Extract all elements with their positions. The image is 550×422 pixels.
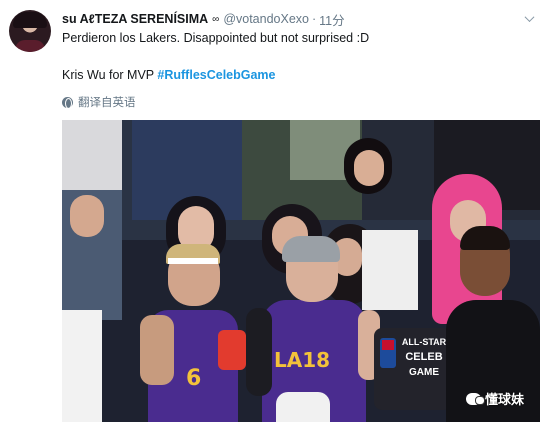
globe-icon: [62, 96, 73, 109]
jersey-left-number: 6: [186, 366, 202, 391]
wechat-icon: [465, 392, 485, 405]
avatar-shirt: [15, 40, 45, 52]
display-name[interactable]: su AℓTEZA SERENÍSIMA: [62, 12, 208, 26]
chain-icon: ∞: [212, 13, 220, 25]
tweet-header: su AℓTEZA SERENÍSIMA ∞ @votandoXexo · 11…: [62, 10, 345, 29]
tweet-timestamp[interactable]: 11分: [319, 10, 344, 29]
translate-tweet-link[interactable]: 翻译自英语: [62, 94, 136, 110]
user-handle[interactable]: @votandoXexo: [223, 12, 309, 26]
hashtag-link[interactable]: #RufflesCelebGame: [157, 68, 275, 82]
translate-label: 翻译自英语: [78, 97, 136, 109]
chevron-down-icon[interactable]: [522, 11, 536, 25]
jersey-right-text: LA18: [274, 348, 331, 372]
tweet-text-line1: Perdieron los Lakers. Disappointed but n…: [62, 31, 370, 45]
user-avatar[interactable]: [9, 10, 51, 52]
sign-line-3: GAME: [409, 367, 439, 378]
sign-line-2: CELEB: [405, 351, 443, 363]
separator-dot: ·: [311, 12, 317, 26]
watermark-text: 懂球妹: [484, 393, 524, 408]
tweet-text-plain: Kris Wu for MVP: [62, 68, 158, 82]
tweet-photo[interactable]: 6 LA18 ALL-STAR CELEB GAME 懂球妹: [62, 120, 540, 422]
avatar-hair: [13, 12, 47, 28]
watermark: 懂球妹: [465, 389, 524, 408]
sign-line-1: ALL-STAR: [401, 337, 447, 347]
tweet-text-line2: Kris Wu for MVP #RufflesCelebGame: [62, 68, 276, 82]
